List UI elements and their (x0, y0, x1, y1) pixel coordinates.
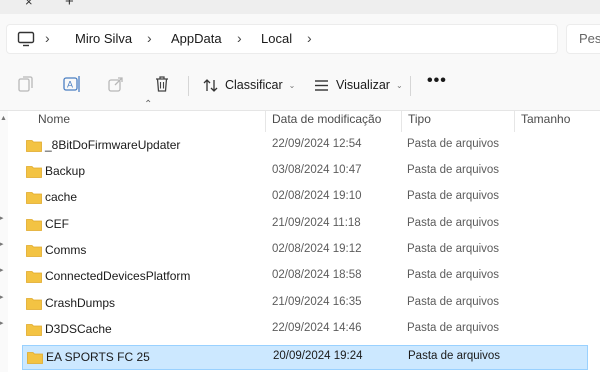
new-tab-button[interactable]: + (65, 0, 74, 10)
folder-icon (27, 352, 43, 364)
view-button[interactable]: Visualizar ⌄ (313, 74, 403, 96)
file-date: 03/08/2024 10:47 (272, 164, 362, 176)
file-name: ConnectedDevicesPlatform (45, 269, 191, 283)
list-item[interactable]: Backup 03/08/2024 10:47 Pasta de arquivo… (22, 160, 586, 183)
file-type: Pasta de arquivos (407, 190, 500, 202)
address-bar[interactable]: › Miro Silva › AppData › Local › (6, 24, 558, 54)
sort-label: Classificar (225, 78, 283, 92)
toolbar-divider (410, 76, 411, 96)
folder-icon (26, 324, 42, 336)
file-type: Pasta de arquivos (407, 322, 500, 334)
file-date: 02/08/2024 19:12 (272, 243, 362, 255)
sort-icon (203, 78, 218, 92)
list-item[interactable]: CEF 21/09/2024 11:18 Pasta de arquivos (22, 213, 586, 236)
toolbar-divider (188, 76, 189, 96)
svg-text:A: A (67, 80, 73, 90)
chevron-down-icon: ⌄ (395, 80, 403, 90)
expand-arrow-icon[interactable]: ▸ (0, 240, 4, 248)
column-date[interactable]: Data de modificação (272, 112, 381, 126)
chevron-right-icon[interactable]: › (237, 30, 242, 46)
sort-ascending-icon: ⌃ (144, 99, 153, 110)
file-name: EA SPORTS FC 25 (46, 350, 150, 364)
file-date: 02/08/2024 18:58 (272, 269, 362, 281)
file-type: Pasta de arquivos (407, 164, 500, 176)
file-date: 21/09/2024 16:35 (272, 296, 362, 308)
chevron-right-icon[interactable]: › (307, 30, 312, 46)
column-separator[interactable] (514, 111, 515, 132)
list-item[interactable]: D3DSCache 22/09/2024 14:46 Pasta de arqu… (22, 318, 586, 341)
folder-icon (26, 298, 42, 310)
folder-icon (26, 166, 42, 178)
file-name: Backup (45, 164, 86, 178)
view-label: Visualizar (336, 78, 390, 92)
column-size[interactable]: Tamanho (521, 112, 570, 126)
breadcrumb-user[interactable]: Miro Silva (75, 31, 132, 46)
file-type: Pasta de arquivos (407, 269, 500, 281)
chevron-right-icon[interactable]: › (45, 30, 50, 46)
folder-icon (26, 219, 42, 231)
sort-button[interactable]: Classificar ⌄ (202, 74, 295, 96)
column-header: ⌃ Nome Data de modificação Tipo Tamanho (0, 99, 600, 133)
folder-icon (26, 192, 42, 204)
file-date: 20/09/2024 19:24 (273, 350, 363, 362)
expand-arrow-icon[interactable]: ▸ (0, 293, 4, 301)
list-item[interactable]: _8BitDoFirmwareUpdater 22/09/2024 12:54 … (22, 134, 586, 157)
search-input[interactable]: Pesq (566, 24, 600, 54)
folder-icon (26, 245, 42, 257)
computer-icon[interactable] (17, 31, 35, 47)
view-icon (315, 79, 328, 91)
share-icon[interactable] (106, 74, 126, 94)
file-type: Pasta de arquivos (407, 243, 500, 255)
file-type: Pasta de arquivos (407, 138, 500, 150)
file-name: _8BitDoFirmwareUpdater (45, 138, 181, 152)
folder-icon (26, 271, 42, 283)
more-options-button[interactable]: ••• (427, 72, 447, 90)
close-tab-button[interactable]: × (25, 0, 33, 9)
expand-arrow-icon[interactable]: ▸ (0, 214, 4, 222)
folder-icon (26, 140, 42, 152)
breadcrumb-local[interactable]: Local (261, 31, 292, 46)
file-name: D3DSCache (45, 322, 112, 336)
navigation-pane[interactable]: ▲ ▸ ▸ ▸ ▸ ▸ (0, 111, 8, 372)
list-item[interactable]: Comms 02/08/2024 19:12 Pasta de arquivos (22, 239, 586, 262)
file-name: CrashDumps (45, 296, 116, 310)
chevron-down-icon: ⌄ (288, 80, 296, 90)
file-name: CEF (45, 217, 69, 231)
copy-icon[interactable] (16, 74, 36, 94)
column-separator[interactable] (265, 111, 266, 132)
list-item-selected[interactable]: EA SPORTS FC 25 20/09/2024 19:24 Pasta d… (22, 345, 588, 370)
chevron-right-icon[interactable]: › (147, 30, 152, 46)
expand-arrow-icon[interactable]: ▸ (0, 319, 4, 327)
expand-arrow-icon[interactable]: ▸ (0, 266, 4, 274)
column-separator[interactable] (401, 111, 402, 132)
breadcrumb-appdata[interactable]: AppData (171, 31, 222, 46)
tab-strip: × + (0, 0, 600, 15)
file-date: 21/09/2024 11:18 (272, 217, 361, 229)
file-date: 22/09/2024 12:54 (272, 138, 362, 150)
rename-icon[interactable]: A (62, 74, 82, 94)
file-type: Pasta de arquivos (407, 296, 500, 308)
address-row: › Miro Silva › AppData › Local › Pesq (0, 14, 600, 60)
column-type[interactable]: Tipo (408, 112, 431, 126)
command-bar: A Classificar ⌄ Visualizar ⌄ ••• (0, 60, 600, 111)
file-date: 02/08/2024 19:10 (272, 190, 362, 202)
search-placeholder: Pesq (579, 31, 600, 46)
delete-icon[interactable] (152, 74, 172, 94)
file-date: 22/09/2024 14:46 (272, 322, 362, 334)
list-item[interactable]: cache 02/08/2024 19:10 Pasta de arquivos (22, 186, 586, 209)
file-name: cache (45, 190, 78, 204)
list-item[interactable]: CrashDumps 21/09/2024 16:35 Pasta de arq… (22, 292, 586, 315)
column-name[interactable]: Nome (38, 112, 70, 126)
file-name: Comms (45, 243, 87, 257)
file-type: Pasta de arquivos (408, 350, 501, 362)
file-type: Pasta de arquivos (407, 217, 500, 229)
list-item[interactable]: ConnectedDevicesPlatform 02/08/2024 18:5… (22, 265, 586, 288)
